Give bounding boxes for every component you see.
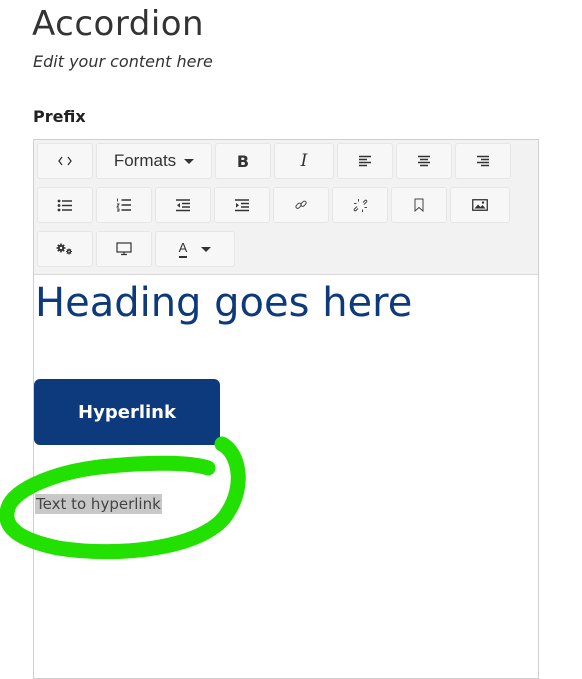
image-button[interactable] (450, 187, 510, 223)
formats-dropdown-label: Formats (113, 151, 177, 170)
source-code-icon (58, 156, 72, 166)
align-left-button[interactable] (337, 143, 393, 179)
gear-icon (56, 243, 74, 255)
field-label-prefix: Prefix (33, 107, 86, 126)
bullet-list-icon (57, 199, 73, 212)
unlink-icon (353, 198, 368, 213)
page-subtitle: Edit your content here (33, 52, 213, 71)
toolbar-row-2 (37, 187, 513, 223)
numbered-list-button[interactable] (96, 187, 152, 223)
link-button[interactable] (273, 187, 329, 223)
bullet-list-button[interactable] (37, 187, 93, 223)
source-code-button[interactable] (37, 143, 93, 179)
align-left-icon (358, 155, 372, 167)
editor-toolbar: Formats B I A (34, 140, 538, 275)
bookmark-button[interactable] (391, 187, 447, 223)
rich-text-editor[interactable]: Formats B I A Heading goes here Hyperlin… (33, 139, 539, 679)
bold-icon: B (236, 151, 250, 171)
italic-button[interactable]: I (274, 143, 334, 179)
outdent-icon (175, 198, 191, 212)
bold-button[interactable]: B (215, 143, 271, 179)
settings-button[interactable] (37, 231, 93, 267)
toolbar-row-1: Formats B I (37, 143, 514, 179)
formats-dropdown[interactable]: Formats (96, 143, 212, 179)
font-color-button[interactable]: A (155, 231, 235, 267)
text-to-hyperlink[interactable]: Text to hyperlink (35, 494, 162, 514)
preview-button[interactable] (96, 231, 152, 267)
indent-icon (234, 198, 250, 212)
numbered-list-icon (116, 198, 132, 212)
link-icon (294, 198, 308, 212)
content-heading[interactable]: Heading goes here (35, 280, 412, 326)
image-icon (472, 199, 488, 211)
chevron-down-icon (201, 246, 212, 252)
toolbar-row-3: A (37, 231, 238, 267)
unlink-button[interactable] (332, 187, 388, 223)
outdent-button[interactable] (155, 187, 211, 223)
align-center-button[interactable] (396, 143, 452, 179)
italic-icon: I (300, 151, 308, 171)
hyperlink-button[interactable]: Hyperlink (34, 379, 220, 445)
page-title: Accordion (32, 4, 205, 44)
font-color-icon-letter: A (178, 241, 188, 258)
font-color-icon: A (178, 241, 188, 258)
align-center-icon (417, 155, 431, 167)
indent-button[interactable] (214, 187, 270, 223)
monitor-icon (116, 242, 132, 256)
bookmark-icon (414, 198, 424, 212)
align-right-icon (476, 155, 490, 167)
align-right-button[interactable] (455, 143, 511, 179)
chevron-down-icon (184, 158, 195, 164)
